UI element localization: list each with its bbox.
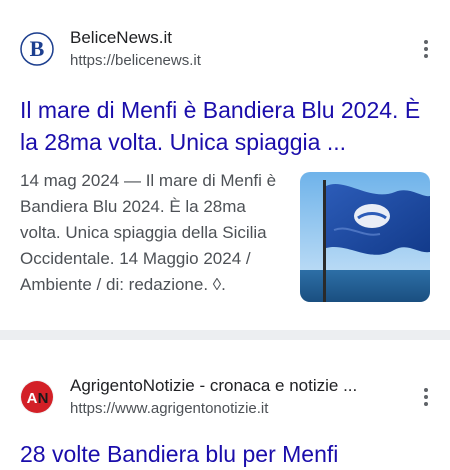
results-separator xyxy=(0,330,450,340)
result-source-row[interactable]: A N AgrigentoNotizie - cronaca e notizie… xyxy=(20,375,438,419)
site-name: AgrigentoNotizie - cronaca e notizie ... xyxy=(70,376,358,395)
svg-text:N: N xyxy=(38,390,49,407)
site-favicon: B xyxy=(20,32,54,66)
flag-photo-image xyxy=(300,172,430,302)
site-name: BeliceNews.it xyxy=(70,28,173,47)
kebab-menu-icon[interactable] xyxy=(414,377,438,417)
result-title-link[interactable]: 28 volte Bandiera blu per Menfi xyxy=(20,438,430,470)
search-result-card[interactable]: B BeliceNews.it https://belicenews.it Il… xyxy=(0,0,450,330)
result-source-row[interactable]: B BeliceNews.it https://belicenews.it xyxy=(20,27,438,71)
agrigentonotizie-logo-icon: A N xyxy=(21,381,53,413)
result-snippet: 14 mag 2024 — Il mare di Menfi è Bandier… xyxy=(20,168,285,298)
site-url: https://www.agrigentonotizie.it xyxy=(70,400,269,417)
search-result-card[interactable]: A N AgrigentoNotizie - cronaca e notizie… xyxy=(0,340,450,467)
svg-text:A: A xyxy=(27,390,38,407)
svg-text:B: B xyxy=(30,36,45,61)
result-title-link[interactable]: Il mare di Menfi è Bandiera Blu 2024. È … xyxy=(20,94,430,158)
site-favicon: A N xyxy=(20,380,54,414)
kebab-menu-icon[interactable] xyxy=(414,29,438,69)
snippet-date: 14 mag 2024 — xyxy=(20,171,146,190)
result-thumbnail[interactable] xyxy=(300,172,430,302)
site-url: https://belicenews.it xyxy=(70,52,201,69)
belicenews-logo-icon: B xyxy=(20,32,54,66)
